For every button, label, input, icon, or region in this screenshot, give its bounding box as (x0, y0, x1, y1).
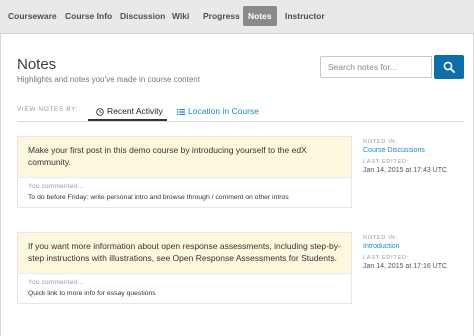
view-by-label: VIEW NOTES BY: (17, 106, 79, 113)
clock-icon (96, 108, 104, 116)
note-card: Make your first post in this demo course… (17, 136, 352, 208)
note-highlight-text: Make your first post in this demo course… (18, 137, 351, 177)
note-card: If you want more information about open … (17, 232, 352, 304)
tab-course-info[interactable]: Course Info (65, 0, 112, 33)
last-edited-value: Jan 14, 2015 at 17:43 UTC (363, 167, 448, 174)
comment-text: To do before Friday: write personal intr… (28, 194, 289, 201)
tab-recent-activity-label: Recent Activity (107, 106, 163, 116)
note-comment: You commented... Quick link to more info… (18, 273, 351, 303)
last-edited-value: Jan 14, 2015 at 17:16 UTC (363, 263, 448, 270)
tab-wiki[interactable]: Wiki (172, 0, 189, 33)
tab-discussion[interactable]: Discussion (120, 0, 165, 33)
search-icon (443, 61, 455, 73)
noted-in-link[interactable]: Course Discussions (363, 147, 467, 154)
search-input[interactable] (320, 56, 432, 78)
tabs-divider (17, 121, 464, 122)
note-meta: NOTED IN: Introduction LAST EDITED: Jan … (363, 235, 467, 275)
comment-label: You commented... (28, 279, 84, 286)
tab-location-in-course-label: Location in Course (188, 106, 259, 116)
tab-courseware[interactable]: Courseware (8, 0, 57, 33)
page-left-border (0, 34, 1, 336)
note-comment: You commented... To do before Friday: wr… (18, 177, 351, 207)
noted-in-label: NOTED IN: (363, 235, 398, 241)
tab-notes[interactable]: Notes (243, 6, 277, 26)
list-icon (177, 108, 185, 115)
noted-in-link[interactable]: Introduction (363, 243, 467, 250)
comment-label: You commented... (28, 183, 84, 190)
comment-text: Quick link to more info for essay questi… (28, 290, 156, 297)
last-edited-label: LAST EDITED: (363, 255, 409, 261)
search-button[interactable] (434, 55, 464, 79)
tab-recent-activity[interactable]: Recent Activity (96, 106, 163, 116)
last-edited-label: LAST EDITED: (363, 159, 409, 165)
note-highlight-text: If you want more information about open … (18, 233, 351, 273)
course-nav: Courseware Course Info Discussion Wiki P… (0, 0, 474, 34)
page-subtitle: Highlights and notes you've made in cour… (17, 75, 200, 84)
noted-in-label: NOTED IN: (363, 139, 398, 145)
tab-instructor[interactable]: Instructor (285, 0, 325, 33)
tab-progress[interactable]: Progress (203, 0, 240, 33)
tab-location-in-course[interactable]: Location in Course (177, 106, 259, 116)
note-meta: NOTED IN: Course Discussions LAST EDITED… (363, 139, 467, 179)
page-title: Notes (17, 56, 57, 73)
